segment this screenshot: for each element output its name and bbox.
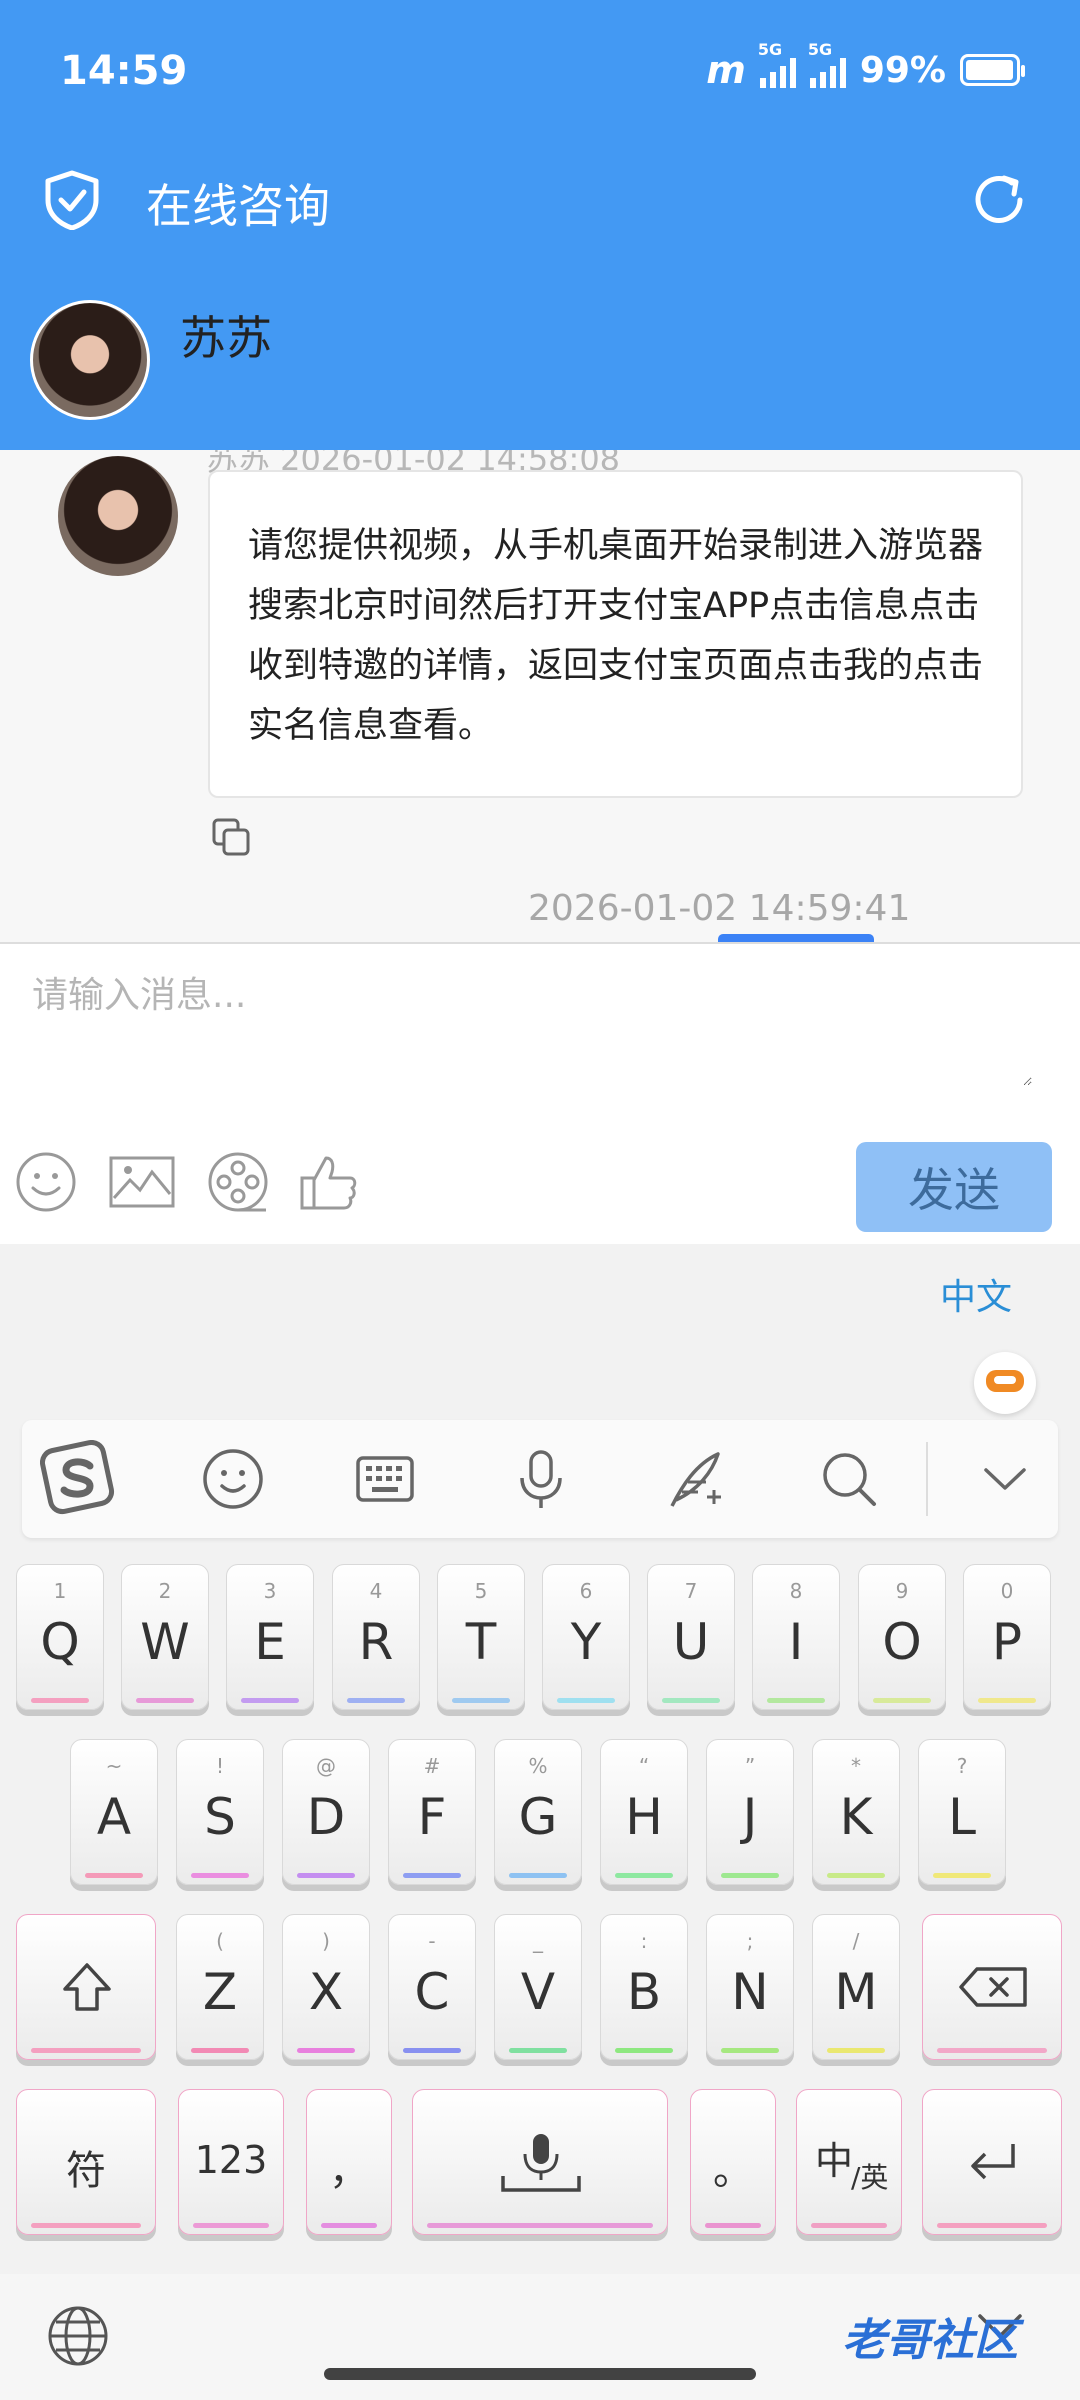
send-button[interactable]: 发送 xyxy=(856,1142,1052,1232)
numbers-key[interactable]: 123 xyxy=(178,2089,284,2235)
key-l[interactable]: ? L xyxy=(918,1739,1006,1885)
battery-percent: 99% xyxy=(859,49,946,91)
key-o[interactable]: 9O xyxy=(858,1564,946,1710)
keyboard: 中文 1 Q 2 W 3 E 4 R 5 T 6 Y 7 U 8 I 9 O 0… xyxy=(0,1244,1080,2400)
key-w[interactable]: 2W xyxy=(121,1564,209,1710)
contact-avatar[interactable] xyxy=(30,300,150,420)
battery-icon xyxy=(960,54,1025,86)
status-icons: m 5G 5G 99% xyxy=(706,40,1025,92)
key-b[interactable]: :B xyxy=(600,1914,688,2060)
key-e[interactable]: 3E xyxy=(226,1564,314,1710)
enter-key[interactable] xyxy=(922,2089,1062,2235)
page-title: 在线咨询 xyxy=(146,179,330,233)
key-v[interactable]: _ V xyxy=(494,1914,582,2060)
key-i[interactable]: 8I xyxy=(752,1564,840,1710)
symbols-key[interactable]: 符 xyxy=(16,2089,156,2235)
status-time: 14:59 xyxy=(60,48,188,94)
key-q[interactable]: 1Q xyxy=(16,1564,104,1710)
mascot-icon[interactable] xyxy=(974,1352,1036,1414)
refresh-icon[interactable] xyxy=(970,170,1028,228)
backspace-icon xyxy=(959,1967,1027,2007)
key-m[interactable]: / M xyxy=(812,1914,900,2060)
signal-icon-2: 5G xyxy=(808,40,846,88)
handwriting-icon[interactable] xyxy=(662,1446,728,1512)
chat-area[interactable]: 苏苏 2026-01-02 14:58:08 请您提供视频，从手机桌面开始录制进… xyxy=(0,450,1080,944)
home-indicator[interactable] xyxy=(324,2368,756,2380)
keyboard-language-label[interactable]: 中文 xyxy=(940,1268,1012,1320)
emoji-icon[interactable] xyxy=(14,1150,78,1214)
copy-icon[interactable] xyxy=(210,816,252,858)
message-input[interactable] xyxy=(32,966,1032,1086)
message-bubble[interactable]: 请您提供视频，从手机桌面开始录制进入游览器搜索北京时间然后打开支付宝APP点击信… xyxy=(208,470,1023,798)
enter-icon xyxy=(971,2144,1015,2180)
globe-icon[interactable] xyxy=(46,2304,110,2368)
header: 14:59 m 5G 5G 99% 在线咨询 苏苏 xyxy=(0,0,1080,450)
key-s[interactable]: ! S xyxy=(176,1739,264,1885)
contact-name: 苏苏 xyxy=(180,311,272,365)
key-h[interactable]: “H xyxy=(600,1739,688,1885)
app-screen: 14:59 m 5G 5G 99% 在线咨询 苏苏 苏苏 2026-01-02 … xyxy=(0,0,1080,2400)
search-icon[interactable] xyxy=(816,1446,882,1512)
key-u[interactable]: 7U xyxy=(647,1564,735,1710)
key-d[interactable]: @ D xyxy=(282,1739,370,1885)
key-a[interactable]: ~ A xyxy=(70,1739,158,1885)
shift-key[interactable] xyxy=(16,1914,156,2060)
signal-icon: 5G xyxy=(758,40,796,88)
video-icon[interactable] xyxy=(206,1150,270,1214)
watermark-logo: 老哥社区 xyxy=(842,2315,1018,2366)
sogou-logo-icon[interactable] xyxy=(40,1440,120,1516)
key-x[interactable]: ) X xyxy=(282,1914,370,2060)
key-j[interactable]: ” J xyxy=(706,1739,794,1885)
carrier-icon: m xyxy=(706,48,746,92)
scroll-indicator xyxy=(718,934,874,942)
toolbar-divider xyxy=(926,1442,928,1516)
key-n[interactable]: ; N xyxy=(706,1914,794,2060)
key-r[interactable]: 4R xyxy=(332,1564,420,1710)
composer: 发送 xyxy=(0,944,1080,1244)
keyboard-icon[interactable] xyxy=(352,1446,418,1512)
emoji-icon[interactable] xyxy=(200,1446,266,1512)
shift-icon xyxy=(63,1963,111,2011)
backspace-key[interactable] xyxy=(922,1914,1062,2060)
key-c[interactable]: -C xyxy=(388,1914,476,2060)
thumbs-up-icon[interactable] xyxy=(296,1150,360,1214)
chevron-down-icon[interactable] xyxy=(972,1446,1038,1512)
sender-avatar[interactable] xyxy=(58,456,178,576)
space-key[interactable] xyxy=(412,2089,668,2235)
image-icon[interactable] xyxy=(108,1150,176,1214)
period-key[interactable]: 。 xyxy=(690,2089,776,2235)
shield-check-icon[interactable] xyxy=(44,170,100,230)
key-z[interactable]: (Z xyxy=(176,1914,264,2060)
key-g[interactable]: % G xyxy=(494,1739,582,1885)
comma-key[interactable]: ， xyxy=(306,2089,392,2235)
language-switch-key[interactable]: 中 /英 xyxy=(796,2089,902,2235)
key-y[interactable]: 6Y xyxy=(542,1564,630,1710)
key-p[interactable]: 0P xyxy=(963,1564,1051,1710)
key-k[interactable]: * K xyxy=(812,1739,900,1885)
key-t[interactable]: 5T xyxy=(437,1564,525,1710)
microphone-icon xyxy=(501,2134,581,2192)
keyboard-toolbar xyxy=(22,1420,1058,1538)
message-timestamp: 2026-01-02 14:59:41 xyxy=(528,888,911,929)
key-f[interactable]: # F xyxy=(388,1739,476,1885)
microphone-icon[interactable] xyxy=(508,1446,574,1512)
